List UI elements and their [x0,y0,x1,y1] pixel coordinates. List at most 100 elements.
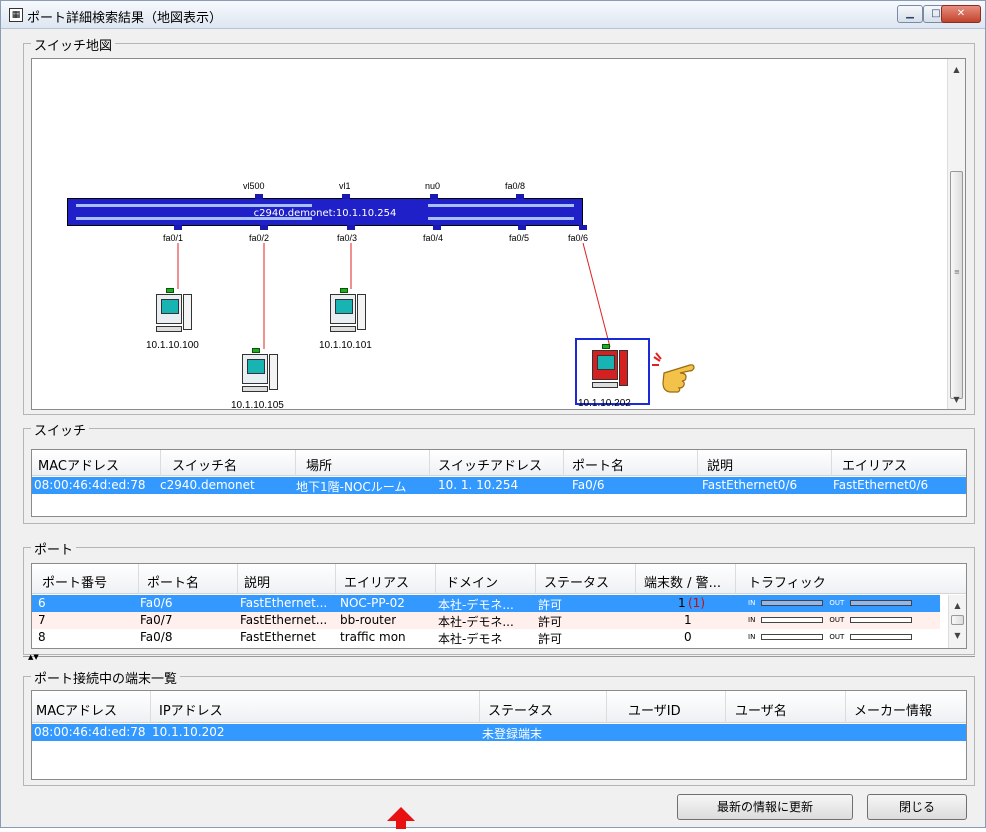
table-row[interactable]: 6 Fa0/6 FastEthernet... NOC-PP-02 本社-デモネ… [32,595,940,612]
terminal-ip: 10.1.10.100 [146,340,199,351]
close-icon: ✕ [956,8,966,19]
scroll-thumb[interactable] [951,615,964,625]
terminal-pc-icon[interactable] [154,288,196,338]
column-header[interactable]: IPアドレス [159,700,223,719]
minimize-icon: ▁ [906,8,914,19]
table-row[interactable]: 8 Fa0/8 FastEthernet traffic mon 本社-デモネ … [32,629,940,646]
cell-port-number: 6 [38,596,46,610]
cell-port-name: Fa0/6 [572,478,605,492]
table-row[interactable]: 08:00:46:4d:ed:78 c2940.demonet 地下1階-NOC… [32,477,966,494]
terminal-pc-icon[interactable] [240,348,282,398]
link-led [166,288,174,293]
column-header[interactable]: エイリアス [344,572,409,591]
column-header[interactable]: ポート名 [147,572,199,591]
terminal-pc-icon[interactable] [328,288,370,338]
cell-terminal-count: 1 [684,613,692,627]
link-led [602,344,610,349]
cell-port-name: Fa0/6 [140,596,173,610]
unregistered-terminal-pc-icon[interactable] [590,344,632,394]
annotation-arrow-icon [387,807,415,829]
column-header[interactable]: ユーザID [628,700,681,719]
cell-description: FastEthernet [240,630,316,644]
ports-table-header: ポート番号 ポート名 説明 エイリアス ドメイン ステータス 端末数 / 警..… [32,564,966,594]
switch-group-label: スイッチ [31,420,90,439]
cell-switch-name: c2940.demonet [160,478,255,492]
terminals-table-header: MACアドレス IPアドレス ステータス ユーザID ユーザ名 メーカー情報 [32,691,966,723]
column-header[interactable]: メーカー情報 [854,700,932,719]
table-row[interactable]: 7 Fa0/7 FastEthernet... bb-router 本社-デモネ… [32,612,940,629]
pointing-hand-icon [650,351,700,395]
switch-map[interactable]: c2940.demonet:10.1.10.254 vl500 vl1 nu0 … [31,58,966,410]
column-header[interactable]: MACアドレス [36,700,117,719]
scroll-down-arrow-icon[interactable]: ▼ [949,631,966,640]
maximize-icon: □ [931,8,941,19]
cell-status: 許可 [538,598,563,612]
terminals-group-label: ポート接続中の端末一覧 [31,668,181,687]
column-header[interactable]: 説明 [244,572,270,591]
cell-status: 未登録端末 [482,727,543,741]
column-header[interactable]: MACアドレス [38,455,119,474]
cell-warning-count: (1) [688,596,705,610]
map-group-label: スイッチ地図 [31,35,116,54]
terminals-table[interactable]: MACアドレス IPアドレス ステータス ユーザID ユーザ名 メーカー情報 0… [31,690,967,780]
refresh-button[interactable]: 最新の情報に更新 [677,794,853,820]
column-header[interactable]: エイリアス [842,455,907,474]
switch-table[interactable]: MACアドレス スイッチ名 場所 スイッチアドレス ポート名 説明 エイリアス … [31,449,967,517]
column-header[interactable]: ステータス [488,700,553,719]
cell-ip: 10.1.10.202 [152,725,225,739]
cell-alias: NOC-PP-02 [340,596,405,610]
cell-domain: 本社-デモネ... [438,615,514,629]
splitter-arrows-icon[interactable]: ▲▼ [28,653,39,661]
column-header[interactable]: ドメイン [446,572,498,591]
cell-description: FastEthernet... [240,613,328,627]
column-header[interactable]: スイッチアドレス [438,455,542,474]
cell-terminal-count: 1 [678,596,686,610]
link-line [582,242,611,348]
map-vertical-scrollbar[interactable]: ▲ ≡ ▼ [947,59,965,409]
cell-port-number: 7 [38,613,46,627]
scroll-thumb[interactable]: ≡ [950,171,963,399]
column-header[interactable]: 端末数 / 警... [644,572,721,591]
cell-mac: 08:00:46:4d:ed:78 [34,478,146,492]
cell-port-name: Fa0/7 [140,613,173,627]
scroll-up-arrow-icon[interactable]: ▲ [949,601,966,610]
column-header[interactable]: スイッチ名 [172,455,237,474]
terminal-ip: 10.1.10.105 [231,400,284,410]
splitter[interactable] [23,656,975,660]
cell-port-number: 8 [38,630,46,644]
close-button[interactable]: 閉じる [867,794,967,820]
scroll-up-arrow-icon[interactable]: ▲ [948,65,965,74]
cell-alias: traffic mon [340,630,406,644]
cell-alias: FastEthernet0/6 [833,478,929,492]
column-header[interactable]: 場所 [306,455,332,474]
column-header[interactable]: ユーザ名 [735,700,787,719]
title-bar[interactable]: ▦ ポート詳細検索結果（地図表示） ▁ □ ✕ [1,1,985,29]
cell-switch-address: 10. 1. 10.254 [438,478,519,492]
terminal-ip: 10.1.10.202 [578,398,631,409]
traffic-indicator: IN OUT [748,616,918,624]
cell-alias: bb-router [340,613,397,627]
link-led [252,348,260,353]
window-title: ポート詳細検索結果（地図表示） [27,11,223,26]
column-header[interactable]: ポート番号 [42,572,107,591]
terminal-ip: 10.1.10.101 [319,340,372,351]
traffic-indicator: IN OUT [748,633,918,641]
link-lines [177,242,650,405]
ports-group-label: ポート [31,539,77,558]
minimize-button[interactable]: ▁ [897,5,923,23]
ports-vertical-scrollbar[interactable]: ▲ ▼ [948,595,966,648]
column-header[interactable]: ステータス [544,572,609,591]
close-window-button[interactable]: ✕ [941,5,981,23]
ports-table[interactable]: ポート番号 ポート名 説明 エイリアス ドメイン ステータス 端末数 / 警..… [31,563,967,649]
table-row[interactable]: 08:00:46:4d:ed:78 10.1.10.202 未登録端末 [32,724,966,741]
cell-description: FastEthernet... [240,596,328,610]
cell-description: FastEthernet0/6 [702,478,798,492]
scroll-down-arrow-icon[interactable]: ▼ [948,395,965,404]
port-search-window: ▦ ポート詳細検索結果（地図表示） ▁ □ ✕ スイッチ地図 c2940.dem… [0,0,986,829]
cell-domain: 本社-デモネ... [438,598,514,612]
column-header[interactable]: トラフィック [748,572,826,591]
switch-table-header: MACアドレス スイッチ名 場所 スイッチアドレス ポート名 説明 エイリアス [32,450,966,476]
app-icon: ▦ [9,8,23,22]
column-header[interactable]: 説明 [707,455,733,474]
column-header[interactable]: ポート名 [572,455,624,474]
